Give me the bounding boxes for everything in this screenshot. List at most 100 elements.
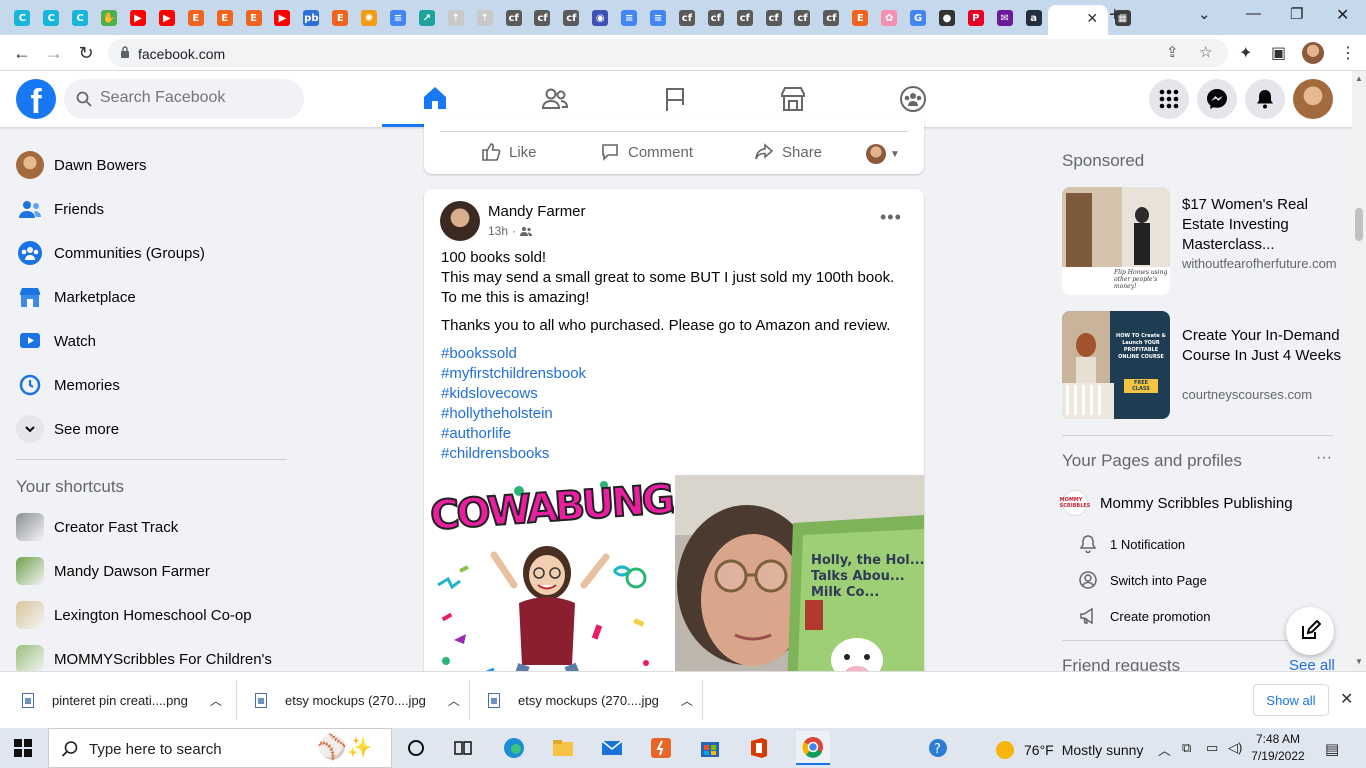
page-notifications-link[interactable]: 1 Notification: [1078, 534, 1185, 554]
chevron-up-icon[interactable]: ︿: [681, 692, 693, 709]
sidebar-item-marketplace[interactable]: Marketplace: [8, 275, 298, 319]
forward-button[interactable]: →: [42, 41, 66, 65]
close-window-button[interactable]: ✕: [1336, 5, 1349, 25]
minimize-button[interactable]: —: [1246, 5, 1261, 22]
mail-icon[interactable]: [600, 736, 624, 760]
post-author-name[interactable]: Mandy Farmer: [488, 203, 586, 220]
address-bar[interactable]: facebook.com ⇪ ☆: [108, 39, 1228, 67]
post-image-book-selfie[interactable]: Holly, the Hol... Talks Abou... Milk Co.…: [675, 475, 924, 689]
browser-profile-avatar[interactable]: [1302, 42, 1324, 64]
back-button[interactable]: ←: [10, 41, 34, 65]
browser-tab[interactable]: cf: [701, 5, 730, 31]
taskbar-search[interactable]: Type here to search ⚾ ✨: [48, 728, 392, 768]
tab-friends[interactable]: [502, 71, 608, 127]
browser-tab[interactable]: E: [239, 5, 268, 31]
browser-tab[interactable]: ↗: [412, 5, 441, 31]
shortcut-item[interactable]: Mandy Dawson Farmer: [8, 549, 298, 593]
hashtag-link[interactable]: #childrensbooks: [441, 444, 549, 464]
sidebar-item-see-more[interactable]: See more: [8, 407, 298, 451]
hashtag-link[interactable]: #authorlife: [441, 424, 511, 444]
browser-tab[interactable]: ▶: [152, 5, 181, 31]
browser-tab[interactable]: cf: [499, 5, 528, 31]
share-button[interactable]: Share: [754, 142, 822, 162]
chevron-up-icon[interactable]: ︿: [448, 692, 460, 709]
sponsored-ad-1[interactable]: Flip Homes using other people's money! $…: [1062, 187, 1352, 295]
browser-tab[interactable]: ✋: [95, 5, 124, 31]
hashtag-link[interactable]: #bookssold: [441, 344, 517, 364]
menu-button[interactable]: [1149, 79, 1189, 119]
browser-tab[interactable]: ≡: [384, 5, 413, 31]
messenger-button[interactable]: [1197, 79, 1237, 119]
comment-button[interactable]: Comment: [600, 142, 693, 162]
cortana-icon[interactable]: [404, 736, 428, 760]
download-item[interactable]: pinteret pin creati....png ︿: [22, 672, 222, 729]
sidebar-item-watch[interactable]: Watch: [8, 319, 298, 363]
browser-tab[interactable]: E: [181, 5, 210, 31]
file-explorer-icon[interactable]: [551, 736, 575, 760]
browser-tab[interactable]: P: [961, 5, 990, 31]
tab-pages[interactable]: [622, 71, 728, 127]
browser-tab[interactable]: ≡: [615, 5, 644, 31]
browser-tab[interactable]: ●: [933, 5, 962, 31]
browser-tab[interactable]: ✺: [355, 5, 384, 31]
browser-tab[interactable]: C: [37, 5, 66, 31]
sponsored-ad-2[interactable]: HOW TO Create & Launch YOUR PROFITABLE O…: [1062, 311, 1352, 419]
browser-tab[interactable]: cf: [817, 5, 846, 31]
shortcut-item[interactable]: Lexington Homeschool Co-op: [8, 593, 298, 637]
share-page-icon[interactable]: ⇪: [1166, 43, 1179, 61]
account-avatar[interactable]: [1293, 79, 1333, 119]
page-item[interactable]: MOMMY SCRIBBLES Mommy Scribbles Publishi…: [1060, 489, 1293, 517]
tab-marketplace[interactable]: [740, 71, 846, 127]
reload-button[interactable]: ↻: [74, 41, 98, 65]
extensions-puzzle-icon[interactable]: ✦: [1239, 43, 1252, 63]
browser-tab[interactable]: cf: [759, 5, 788, 31]
browser-tab[interactable]: ⇡: [470, 5, 499, 31]
search-input[interactable]: [100, 89, 290, 107]
action-center-icon[interactable]: ▤: [1325, 740, 1339, 758]
notifications-button[interactable]: [1245, 79, 1285, 119]
bookmark-star-icon[interactable]: ☆: [1199, 43, 1212, 61]
browser-tab[interactable]: ✿: [875, 5, 904, 31]
sidebar-item-dawn-bowers[interactable]: Dawn Bowers: [8, 143, 298, 187]
browser-tab[interactable]: cf: [528, 5, 557, 31]
browser-tab[interactable]: G: [904, 5, 933, 31]
help-icon[interactable]: ?: [926, 736, 950, 760]
tab-home[interactable]: [382, 71, 488, 127]
clock[interactable]: 7:48 AM 7/19/2022: [1248, 731, 1308, 765]
browser-tab[interactable]: C: [8, 5, 37, 31]
reaction-audience-selector[interactable]: ▼: [866, 144, 900, 164]
network-icon[interactable]: ⧉: [1182, 740, 1191, 756]
battery-icon[interactable]: ▭: [1206, 740, 1218, 756]
browser-tab[interactable]: E: [210, 5, 239, 31]
browser-tab[interactable]: pb: [297, 5, 326, 31]
scroll-thumb[interactable]: [1355, 208, 1363, 241]
create-promotion-link[interactable]: Create promotion: [1078, 606, 1210, 626]
scroll-down-arrow-icon[interactable]: ▼: [1355, 657, 1363, 666]
browser-tab[interactable]: E: [846, 5, 875, 31]
sidebar-item-communities-groups[interactable]: Communities (Groups): [8, 231, 298, 275]
like-button[interactable]: Like: [481, 142, 537, 162]
post-options-button[interactable]: •••: [880, 207, 902, 228]
browser-tab[interactable]: cf: [730, 5, 759, 31]
store-icon[interactable]: [698, 736, 722, 760]
browser-tab[interactable]: ✉: [990, 5, 1019, 31]
hashtag-link[interactable]: #kidslovecows: [441, 384, 538, 404]
chevron-up-icon[interactable]: ︿: [210, 692, 222, 709]
tab-groups[interactable]: [860, 71, 966, 127]
app-orange-icon[interactable]: [649, 736, 673, 760]
page-scrollbar[interactable]: ▲ ▼: [1352, 71, 1366, 671]
browser-tab[interactable]: a: [1019, 5, 1048, 31]
browser-tab[interactable]: E: [326, 5, 355, 31]
facebook-logo[interactable]: f: [16, 79, 56, 119]
close-tab-icon[interactable]: ✕: [1086, 10, 1098, 27]
browser-tab[interactable]: ≡: [644, 5, 673, 31]
browser-tab[interactable]: ⇡: [441, 5, 470, 31]
pages-more-button[interactable]: ···: [1316, 449, 1332, 467]
browser-tab[interactable]: ▶: [268, 5, 297, 31]
browser-menu-icon[interactable]: ⋮: [1340, 43, 1356, 63]
hashtag-link[interactable]: #myfirstchildrensbook: [441, 364, 586, 384]
post-author-avatar[interactable]: [440, 201, 480, 241]
weather-widget[interactable]: 76°F Mostly sunny: [994, 739, 1143, 761]
edge-icon[interactable]: [502, 736, 526, 760]
side-panel-icon[interactable]: ▣: [1271, 43, 1286, 63]
